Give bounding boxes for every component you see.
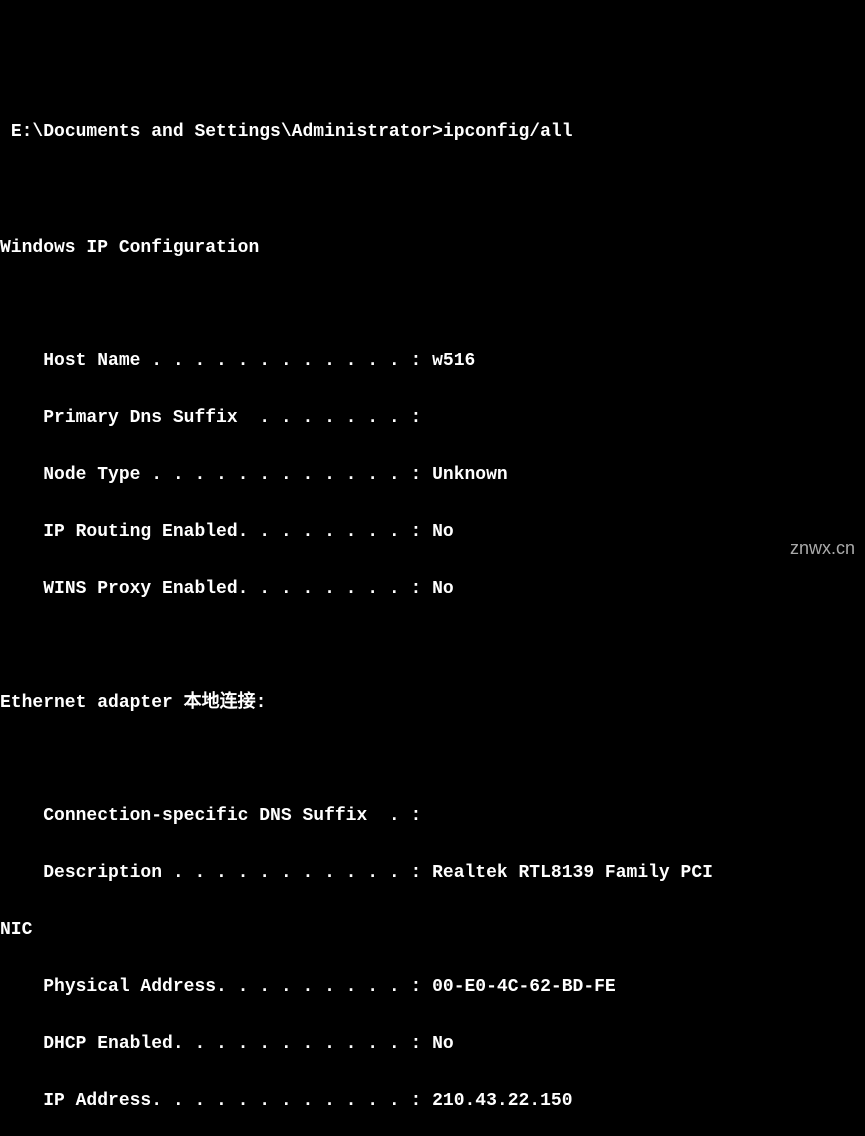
host-name-label: Host Name . . . . . . . . . . . . : [43,351,421,371]
wins-proxy-row: WINS Proxy Enabled. . . . . . . . : No [0,575,865,603]
description-value: Realtek RTL8139 Family PCI [432,863,713,883]
wins-proxy-value: No [432,579,454,599]
nic-wrap-line: NIC [0,916,865,944]
blank-line [0,177,865,205]
primary-dns-suffix-label: Primary Dns Suffix . . . . . . . : [43,408,421,428]
blank-line [0,632,865,660]
primary-dns-suffix-row: Primary Dns Suffix . . . . . . . : [0,404,865,432]
ip-config-header: Windows IP Configuration [0,234,865,262]
dhcp-enabled-value: No [432,1034,454,1054]
physical-address-value: 00-E0-4C-62-BD-FE [432,977,616,997]
description-row: Description . . . . . . . . . . . : Real… [0,859,865,887]
physical-address-row: Physical Address. . . . . . . . . : 00-E… [0,973,865,1001]
conn-dns-suffix-row: Connection-specific DNS Suffix . : [0,802,865,830]
command-prompt-line: E:\Documents and Settings\Administrator>… [0,118,865,146]
description-label: Description . . . . . . . . . . . : [43,863,421,883]
prompt-path: E:\Documents and Settings\Administrator> [11,122,443,142]
conn-dns-suffix-label: Connection-specific DNS Suffix . : [43,806,421,826]
node-type-label: Node Type . . . . . . . . . . . . : [43,465,421,485]
node-type-value: Unknown [432,465,508,485]
ip-address-row: IP Address. . . . . . . . . . . . : 210.… [0,1087,865,1115]
adapter-header: Ethernet adapter 本地连接: [0,689,865,717]
ip-routing-row: IP Routing Enabled. . . . . . . . : No [0,518,865,546]
blank-line [0,290,865,318]
ip-routing-label: IP Routing Enabled. . . . . . . . : [43,522,421,542]
ip-address-value: 210.43.22.150 [432,1091,572,1111]
host-name-value: w516 [432,351,475,371]
ip-address-label: IP Address. . . . . . . . . . . . : [43,1091,421,1111]
watermark-text: znwx.cn [790,534,855,562]
dhcp-enabled-label: DHCP Enabled. . . . . . . . . . . : [43,1034,421,1054]
command-text: ipconfig/all [443,122,573,142]
ip-routing-value: No [432,522,454,542]
blank-line [0,745,865,773]
dhcp-enabled-row: DHCP Enabled. . . . . . . . . . . : No [0,1030,865,1058]
host-name-row: Host Name . . . . . . . . . . . . : w516 [0,347,865,375]
physical-address-label: Physical Address. . . . . . . . . : [43,977,421,997]
node-type-row: Node Type . . . . . . . . . . . . : Unkn… [0,461,865,489]
wins-proxy-label: WINS Proxy Enabled. . . . . . . . : [43,579,421,599]
